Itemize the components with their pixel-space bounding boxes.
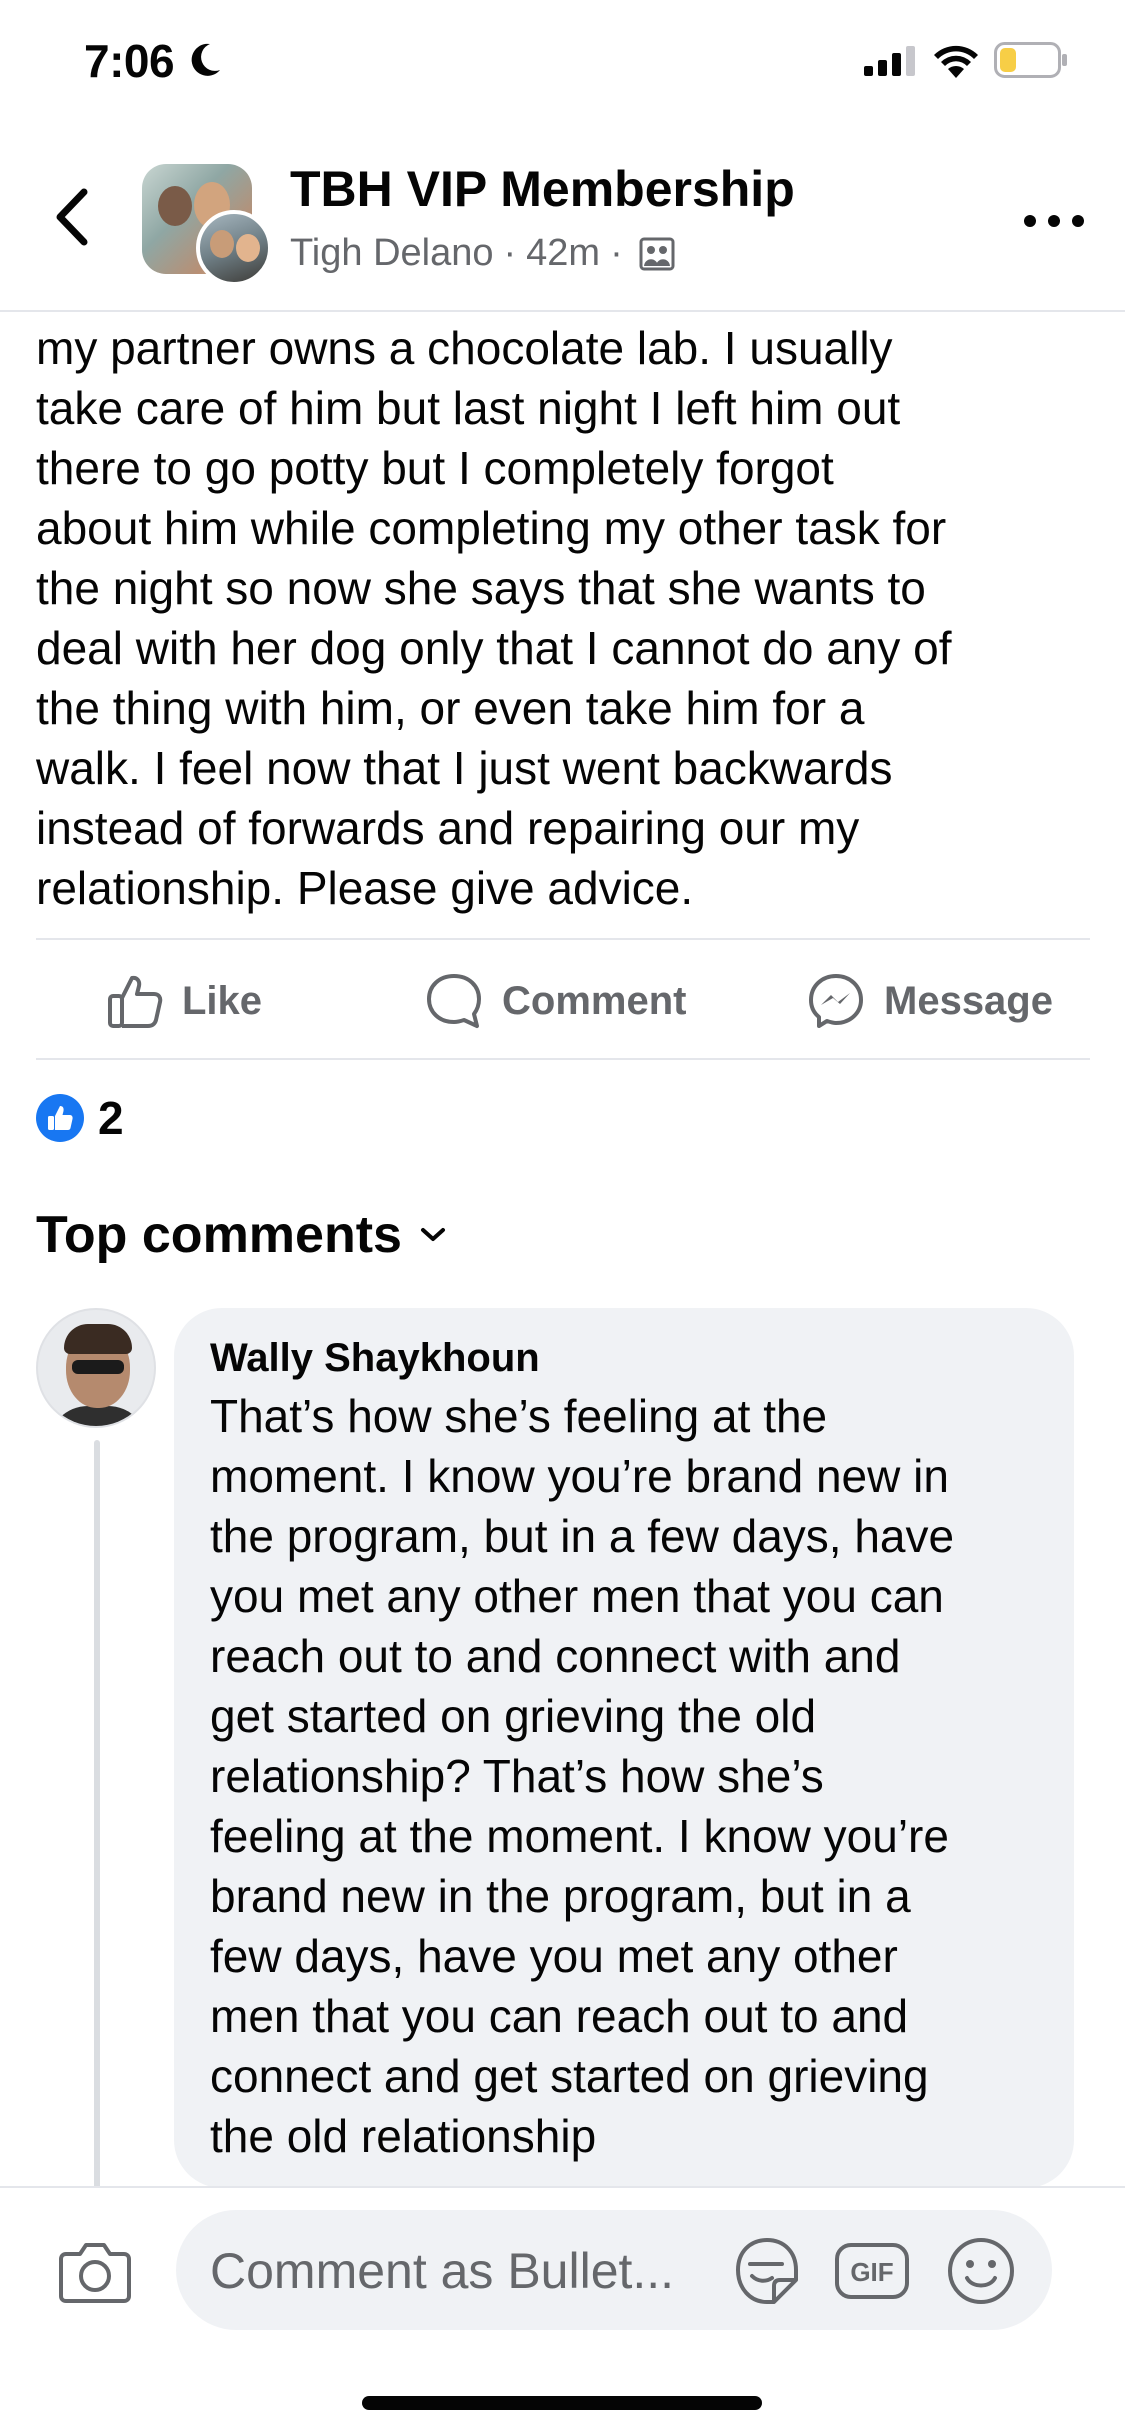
comment-text: That’s how she’s feeling at the moment. … [210, 1390, 955, 2162]
avatar-figure [236, 234, 260, 262]
group-title[interactable]: TBH VIP Membership [290, 160, 795, 218]
meta-separator: · [503, 232, 517, 274]
author-avatar[interactable] [196, 210, 272, 286]
comment-button[interactable]: Comment [424, 970, 686, 1032]
wifi-icon [934, 45, 978, 78]
more-dot [1024, 215, 1036, 227]
thumbs-up-icon [48, 1106, 73, 1130]
post-meta: Tigh Delano · 42m · [290, 232, 675, 275]
comment-sort-dropdown[interactable]: Top comments [36, 1200, 446, 1270]
more-dot [1072, 215, 1084, 227]
more-options-button[interactable] [1024, 206, 1084, 236]
sticker-icon[interactable] [730, 2234, 804, 2308]
comment-bubble-icon [427, 974, 481, 1028]
message-label: Message [884, 978, 1053, 1023]
comment-input[interactable]: Comment as Bullet... GIF [176, 2210, 1052, 2330]
reaction-count: 2 [98, 1092, 124, 1144]
comment-sort-label: Top comments [36, 1206, 402, 1264]
post-action-bar: Like Comment Message [36, 938, 1090, 1060]
avatar-hair [64, 1324, 132, 1354]
back-button[interactable] [44, 182, 100, 252]
chevron-left-icon [56, 188, 88, 246]
reactions-summary[interactable]: 2 [36, 1092, 124, 1144]
avatar-figure [210, 230, 234, 258]
message-button[interactable]: Message [806, 970, 1053, 1032]
like-reaction-icon [36, 1094, 84, 1142]
messenger-icon [809, 974, 863, 1028]
comment-input-placeholder: Comment as Bullet... [210, 2243, 675, 2299]
comment-thread-line [94, 1440, 100, 2192]
like-button[interactable]: Like [106, 970, 262, 1032]
home-indicator[interactable] [362, 2396, 762, 2410]
moon-icon [191, 43, 220, 76]
commenter-name[interactable]: Wally Shaykhoun [210, 1332, 1038, 1384]
battery-icon [994, 42, 1067, 78]
gif-icon: GIF [835, 2243, 909, 2299]
group-photo-figure [158, 186, 192, 226]
comment-bubble[interactable]: Wally Shaykhoun That’s how she’s feeling… [174, 1308, 1074, 2188]
group-members-icon [639, 237, 675, 270]
avatar-sunglasses [72, 1360, 124, 1374]
avatar-shirt [48, 1406, 148, 1426]
post-header: TBH VIP Membership Tigh Delano · 42m · [0, 150, 1125, 312]
signal-icon [864, 46, 915, 76]
meta-separator: · [610, 232, 623, 274]
post-text: my partner owns a chocolate lab. I usual… [36, 322, 952, 914]
comment-label: Comment [502, 978, 687, 1023]
author-name[interactable]: Tigh Delano [290, 232, 494, 275]
gif-button[interactable]: GIF [834, 2242, 910, 2300]
emoji-icon[interactable] [946, 2236, 1016, 2306]
comment-composer: Comment as Bullet... GIF [0, 2186, 1125, 2436]
camera-icon[interactable] [58, 2240, 132, 2304]
chevron-down-icon [420, 1228, 445, 1241]
thumbs-up-icon [108, 975, 163, 1028]
commenter-avatar[interactable] [36, 1308, 156, 1428]
status-bar: 7:06 [0, 0, 1125, 130]
post-timestamp[interactable]: 42m [526, 232, 600, 275]
like-label: Like [182, 978, 263, 1023]
status-time: 7:06 [84, 35, 175, 87]
more-dot [1048, 215, 1060, 227]
gif-label: GIF [850, 2257, 893, 2287]
